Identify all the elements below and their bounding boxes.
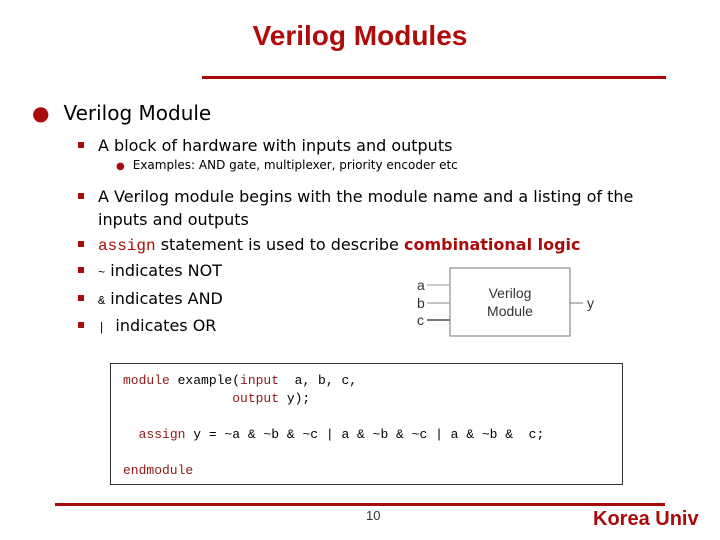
square-bullet-icon — [78, 240, 84, 247]
bullet-text: Verilog Module — [63, 101, 212, 125]
square-bullet-icon — [78, 294, 84, 301]
verilog-module-diagram: a b c y Verilog Module — [417, 267, 594, 337]
output-y-label: y — [587, 295, 594, 311]
bullet-verilog-module: ● Verilog Module — [32, 101, 211, 125]
line-2: inputs and outputs — [98, 210, 249, 229]
line-1: A Verilog module begins with the module … — [98, 187, 634, 206]
text: indicates NOT — [105, 261, 222, 280]
text: statement is used to describe — [155, 235, 404, 254]
box-label-line2: Module — [487, 303, 533, 319]
bullet-text: Examples: AND gate, multiplexer, priorit… — [132, 158, 458, 172]
title-divider — [202, 76, 666, 79]
code-line-2: output y); — [123, 391, 310, 406]
code-text: a, b, c, — [279, 373, 358, 388]
kw-endmodule: endmodule — [123, 463, 194, 478]
bullet-text: A Verilog module begins with the module … — [98, 185, 633, 231]
bullet-text: assign statement is used to describe com… — [98, 235, 581, 255]
kw-output: output — [232, 391, 280, 406]
kw-module: module — [123, 373, 170, 388]
module-box — [449, 267, 571, 337]
square-bullet-icon — [78, 192, 84, 199]
bullet-block-of-hardware: A block of hardware with inputs and outp… — [78, 136, 452, 155]
combinational-logic-emphasis: combinational logic — [403, 235, 581, 254]
bullet-not: ~ indicates NOT — [78, 261, 222, 280]
square-bullet-icon — [78, 321, 84, 328]
bullet-dot-icon: ● — [32, 101, 50, 125]
input-a-label: a — [417, 277, 425, 293]
bullet-assign-statement: assign statement is used to describe com… — [78, 235, 581, 255]
footer-divider — [55, 503, 665, 506]
code-line-3: assign y = ~a & ~b & ~c | a & ~b & ~c | … — [123, 427, 545, 442]
assign-keyword: assign — [98, 237, 156, 255]
square-bullet-icon — [78, 141, 84, 148]
page-number: 10 — [366, 508, 381, 523]
text: indicates AND — [105, 289, 223, 308]
bullet-text: A block of hardware with inputs and outp… — [98, 136, 453, 155]
code-line-4: endmodule — [123, 463, 193, 478]
bullet-module-begins: A Verilog module begins with the module … — [78, 185, 633, 231]
code-text: example( — [169, 373, 241, 388]
box-label-line1: Verilog — [489, 285, 532, 301]
code-line-1: module example(input a, b, c, — [123, 373, 357, 388]
footer-brand: Korea Univ — [593, 508, 699, 530]
kw-input: input — [240, 373, 280, 388]
bullet-or: | indicates OR — [78, 316, 216, 335]
code-text: y); — [279, 391, 311, 406]
square-bullet-icon — [78, 266, 84, 273]
kw-assign: assign — [138, 427, 186, 442]
input-c-label: c — [417, 312, 424, 328]
slide-title: Verilog Modules — [252, 20, 468, 51]
bullet-dot-icon: ● — [116, 161, 125, 172]
bullet-and: & indicates AND — [78, 289, 223, 308]
code-text: y = ~a & ~b & ~c | a & ~b & ~c | a & ~b … — [185, 427, 545, 442]
code-example: module example(input a, b, c, output y);… — [110, 363, 623, 485]
input-b-label: b — [417, 295, 425, 311]
bullet-examples: ● Examples: AND gate, multiplexer, priori… — [116, 158, 458, 172]
text: indicates OR — [105, 316, 217, 335]
